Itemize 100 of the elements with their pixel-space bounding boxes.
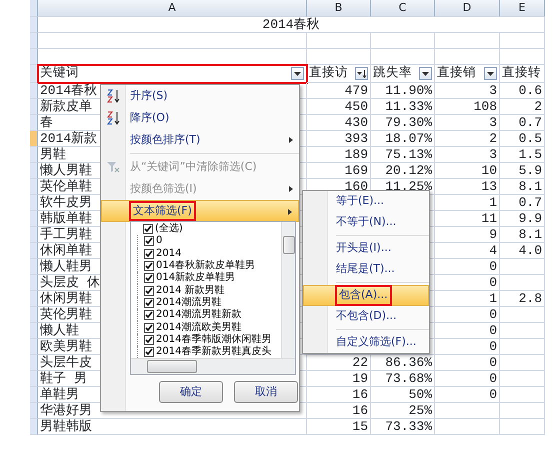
row-header[interactable] <box>30 355 38 371</box>
row-header[interactable] <box>30 243 38 259</box>
table-cell: 2.8 <box>500 291 545 307</box>
checkbox[interactable] <box>144 286 154 296</box>
row-header[interactable] <box>30 403 38 419</box>
row-header[interactable] <box>30 387 38 403</box>
column-header[interactable]: B <box>307 0 371 17</box>
scrollbar-thumb[interactable] <box>147 360 197 373</box>
checkbox-label: 014新款皮单鞋男 <box>156 272 236 284</box>
caret-icon <box>294 72 301 76</box>
ok-button[interactable]: 确定 <box>159 381 223 403</box>
header-label: 关键词 <box>40 66 79 81</box>
row-header[interactable] <box>30 339 38 355</box>
table-cell: 9.9 <box>500 211 545 227</box>
row-header[interactable] <box>30 33 38 49</box>
table-cell: 0 <box>435 355 500 371</box>
row-header[interactable] <box>30 227 38 243</box>
menu-item[interactable]: 文本筛选(F) <box>101 200 299 222</box>
table-cell: 0.7 <box>500 195 545 211</box>
table-cell: 3 <box>435 83 500 99</box>
row-header[interactable] <box>30 83 38 99</box>
table-cell: 0 <box>435 323 500 339</box>
row-header[interactable] <box>30 307 38 323</box>
table-cell: 13 <box>435 179 500 195</box>
table-cell: 0 <box>435 307 500 323</box>
row-header[interactable] <box>30 17 38 33</box>
filter-dropdown-button[interactable] <box>291 67 304 80</box>
scrollbar-thumb[interactable] <box>283 236 295 254</box>
checkbox-label: 2014潮流男鞋新款 <box>156 309 242 322</box>
table-cell: 16 <box>307 387 371 403</box>
row-header[interactable] <box>30 147 38 163</box>
row-header[interactable] <box>30 99 38 115</box>
table-cell: 5.9 <box>500 163 545 179</box>
sort-ascending-icon <box>105 88 121 104</box>
row-header[interactable] <box>30 259 38 275</box>
row-header[interactable] <box>30 371 38 387</box>
column-header[interactable]: A <box>38 0 307 17</box>
table-cell: 16 <box>307 403 371 419</box>
table-cell: 75.13% <box>371 147 435 163</box>
clear-filter-icon <box>105 159 121 175</box>
row-header[interactable] <box>30 211 38 227</box>
caret-icon <box>487 72 494 76</box>
row-header[interactable] <box>30 291 38 307</box>
row-header[interactable] <box>30 195 38 211</box>
table-cell: 0.6 <box>500 83 545 99</box>
horizontal-scrollbar[interactable] <box>131 358 295 374</box>
table-cell: 0 <box>435 275 500 291</box>
sheet-title: 2014春秋 <box>38 17 545 33</box>
table-cell: 4 <box>435 243 500 259</box>
table-cell: 86.36% <box>371 355 435 371</box>
checkbox[interactable] <box>144 236 154 246</box>
checkbox[interactable] <box>144 347 154 358</box>
table-cell: 19 <box>307 371 371 387</box>
table-cell: 20.12% <box>371 163 435 179</box>
checkbox[interactable] <box>144 248 154 259</box>
checkbox[interactable] <box>144 261 154 272</box>
column-header[interactable]: E <box>500 0 545 17</box>
table-cell: 430 <box>307 115 371 131</box>
table-cell: 73.33% <box>371 419 435 435</box>
menu-item[interactable]: 包含(A)... <box>303 285 429 306</box>
table-cell: 0 <box>435 371 500 387</box>
table-cell: 11.90% <box>371 83 435 99</box>
checkbox[interactable] <box>144 334 154 345</box>
header-label: 直接访 <box>309 66 348 81</box>
table-cell: 189 <box>307 147 371 163</box>
select-all-corner[interactable] <box>30 0 38 17</box>
table-cell: 11.33% <box>371 99 435 115</box>
table-cell: 108 <box>435 99 500 115</box>
table-cell: 22 <box>307 355 371 371</box>
checkbox[interactable] <box>144 273 154 284</box>
checkbox[interactable] <box>143 224 153 234</box>
filter-dropdown-button[interactable] <box>484 67 497 80</box>
header-label: 直接转 <box>502 66 541 81</box>
table-cell: 479 <box>307 83 371 99</box>
table-cell: 0 <box>435 259 500 275</box>
column-header[interactable]: C <box>371 0 435 17</box>
checkbox[interactable] <box>144 310 154 320</box>
vertical-scrollbar[interactable] <box>281 222 295 359</box>
caret-icon <box>422 72 429 76</box>
row-header[interactable] <box>30 115 38 131</box>
row-header[interactable] <box>30 163 38 179</box>
sort-filter-button[interactable] <box>355 67 368 80</box>
table-cell: 2 <box>435 131 500 147</box>
header-label: 跳失率 <box>373 66 412 81</box>
row-header[interactable] <box>30 49 38 65</box>
checkbox[interactable] <box>144 322 154 333</box>
row-header[interactable] <box>30 275 38 291</box>
table-cell: 15 <box>307 419 371 435</box>
row-header[interactable] <box>30 323 38 339</box>
checkbox[interactable] <box>144 298 154 308</box>
column-header[interactable]: D <box>435 0 500 17</box>
table-cell: 79.30% <box>371 115 435 131</box>
cancel-button[interactable]: 取消 <box>234 381 298 403</box>
row-header[interactable] <box>30 419 38 435</box>
table-cell: 10 <box>435 163 500 179</box>
row-header[interactable] <box>30 179 38 195</box>
submenu-arrow-icon <box>289 137 293 143</box>
table-cell: 0.5 <box>500 131 545 147</box>
table-cell: 1 <box>435 291 500 307</box>
filter-dropdown-button[interactable] <box>419 67 432 80</box>
